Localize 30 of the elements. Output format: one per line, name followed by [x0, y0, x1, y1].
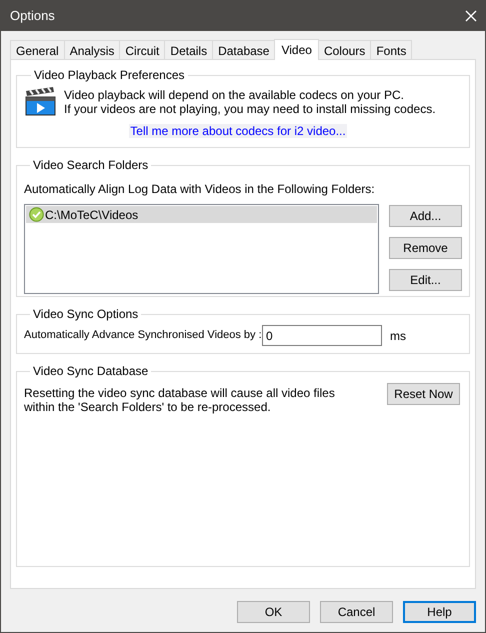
edit-button[interactable]: Edit... — [389, 269, 462, 291]
codec-info-link[interactable]: Tell me more about codecs for i2 video... — [129, 124, 347, 138]
group-title: Video Sync Database — [32, 363, 150, 380]
folder-item[interactable]: C:\MoTeC\Videos — [26, 206, 377, 223]
tab[interactable]: Fonts — [370, 40, 412, 59]
window-title: Options — [10, 7, 55, 26]
remove-button[interactable]: Remove — [389, 237, 462, 259]
info-text: within the 'Search Folders' to be re-processed. — [24, 400, 272, 414]
info-text: Video playback will depend on the available codecs on your PC. — [64, 88, 405, 102]
folder-list[interactable]: C:\MoTeC\Videos — [24, 204, 379, 294]
info-text: Resetting the video sync database will cause all video files — [24, 386, 335, 400]
tab[interactable]: Analysis — [64, 40, 120, 59]
group-title: Video Sync Options — [32, 306, 140, 323]
tab[interactable]: General — [10, 40, 65, 59]
dialog-button[interactable]: Help — [403, 601, 476, 623]
dialog-button[interactable]: Cancel — [320, 601, 393, 623]
tab[interactable]: Video — [274, 39, 319, 60]
add-button[interactable]: Add... — [389, 205, 462, 227]
reset-now-button[interactable]: Reset Now — [387, 383, 460, 405]
advance-label: Automatically Advance Synchronised Videos by : — [24, 328, 262, 344]
group-title: Video Playback Preferences — [33, 67, 186, 84]
advance-input-field[interactable]: 0 — [262, 325, 382, 346]
group-title: Video Search Folders — [32, 157, 150, 174]
check-icon — [29, 207, 44, 222]
folders-label: Automatically Align Log Data with Videos in the Following Folders: — [24, 181, 376, 198]
clapperboard-icon — [25, 86, 56, 116]
close-icon[interactable] — [465, 10, 477, 22]
unit-label: ms — [390, 328, 406, 344]
info-text: If your videos are not playing, you may need to install missing codecs. — [64, 102, 436, 116]
dialog-button[interactable]: OK — [237, 601, 310, 623]
